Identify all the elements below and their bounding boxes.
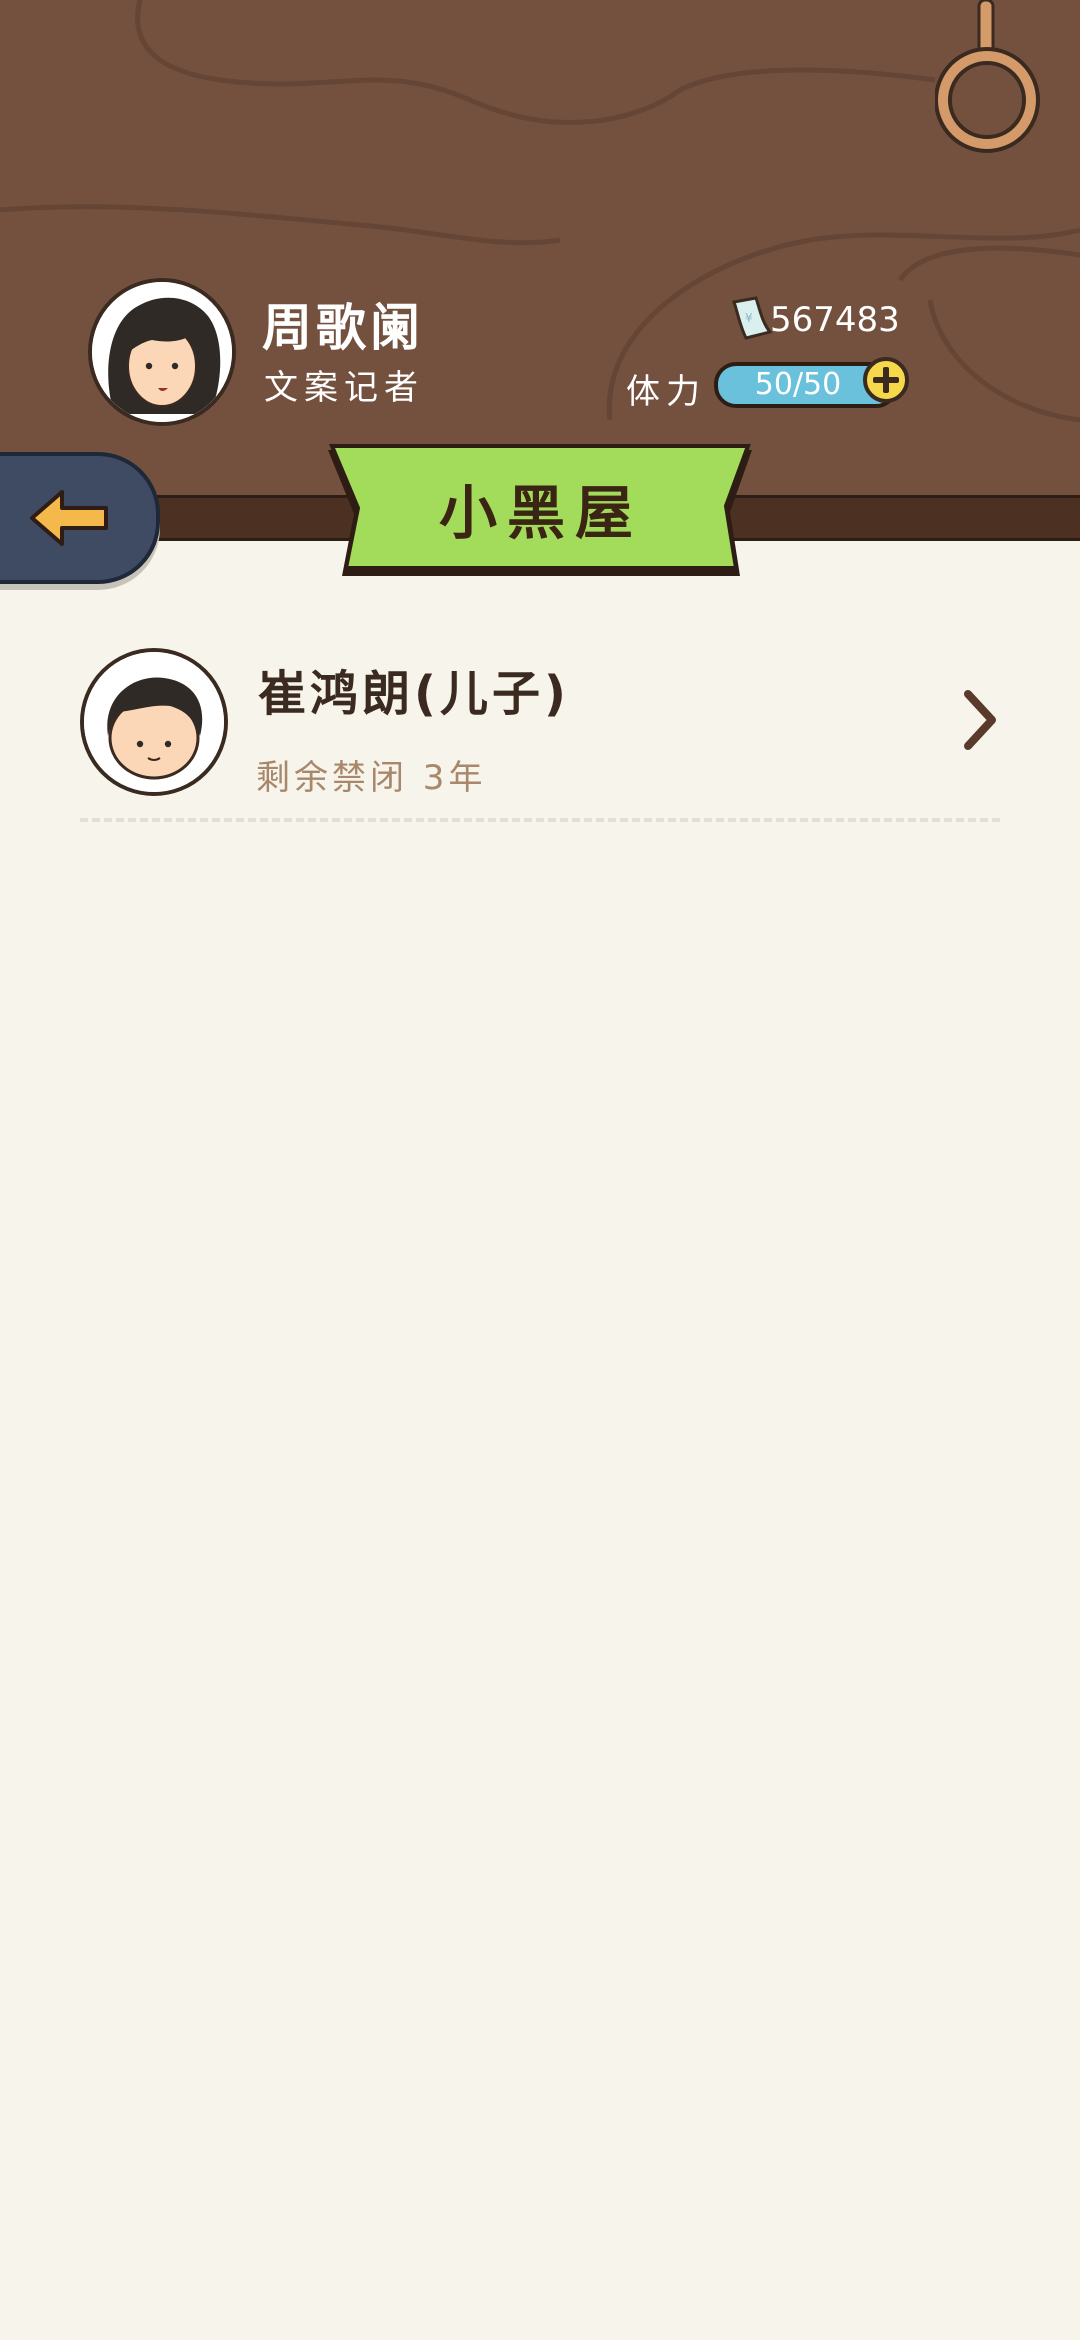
banknote-icon: ¥ — [732, 296, 772, 340]
back-button[interactable] — [0, 452, 160, 584]
profile-header: 周歌阑 文案记者 ¥ 567483 体力 50/50 — [0, 0, 1080, 500]
arrow-left-icon — [30, 490, 108, 546]
chevron-right-icon[interactable] — [960, 688, 1000, 752]
money-value: 567483 — [770, 300, 900, 340]
svg-text:¥: ¥ — [745, 311, 753, 325]
boy-face-icon — [84, 652, 224, 792]
page-title: 小黑屋 — [438, 479, 643, 547]
player-name: 周歌阑 — [262, 299, 424, 357]
divider — [80, 818, 1000, 822]
rope-ring-icon[interactable] — [935, 0, 1055, 160]
stamina-label: 体力 — [626, 372, 706, 412]
member-status: 剩余禁闭 3年 — [256, 758, 487, 798]
stamina-value: 50/50 — [754, 367, 842, 402]
member-name: 崔鸿朗(儿子) — [258, 666, 570, 722]
player-title: 文案记者 — [264, 368, 424, 408]
member-avatar — [80, 648, 228, 796]
woman-face-icon — [92, 282, 232, 422]
plus-icon[interactable] — [862, 356, 910, 404]
player-avatar[interactable] — [88, 278, 236, 426]
list-item[interactable]: 崔鸿朗(儿子) 剩余禁闭 3年 — [80, 640, 1000, 830]
